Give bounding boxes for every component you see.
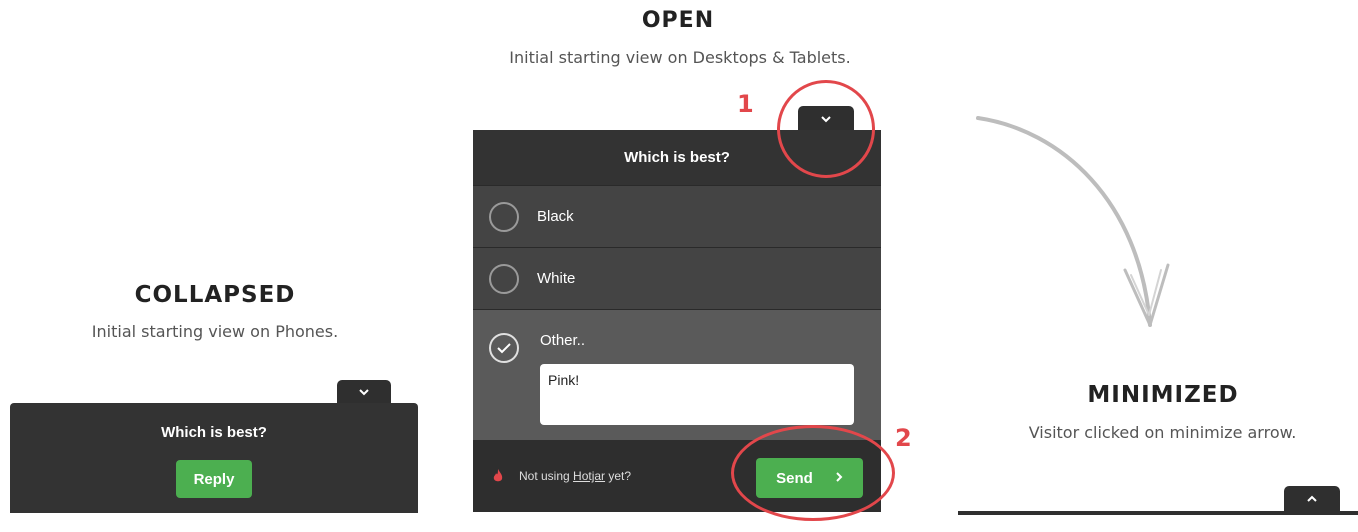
open-minimize-tab[interactable] [798,106,854,132]
radio-checked-icon[interactable] [489,333,519,363]
collapsed-widget: Which is best? Reply [10,403,418,513]
chevron-down-icon [820,115,832,123]
callout-number-2: 2 [895,424,912,452]
collapsed-expand-tab[interactable] [337,380,391,404]
radio-unchecked-icon[interactable] [489,201,519,232]
chevron-up-icon [1306,495,1318,503]
open-heading: OPEN [641,8,715,33]
open-question-bar: Which is best? [473,130,881,185]
minimized-expand-tab[interactable] [1284,486,1340,512]
send-button[interactable]: Send [756,458,863,498]
minimized-subheading: Visitor clicked on minimize arrow. [1028,423,1297,442]
collapsed-heading: COLLAPSED [134,282,296,308]
open-widget: Which is best? Black White Other.. Pink!… [473,130,881,512]
option-other[interactable]: Other.. Pink! [473,309,881,440]
callout-number-1: 1 [737,90,754,118]
transition-arrow-icon [976,116,1170,327]
radio-unchecked-icon[interactable] [489,263,519,294]
open-subheading: Initial starting view on Desktops & Tabl… [509,48,851,67]
other-text-input[interactable]: Pink! [540,364,854,425]
option-label: White [537,270,576,287]
option-label: Black [537,208,574,225]
reply-button[interactable]: Reply [176,460,252,498]
option-label: Other.. [540,332,586,349]
footer-suffix: yet? [605,469,632,483]
minimized-bar [958,511,1358,515]
minimized-heading: MINIMIZED [1087,382,1239,408]
chevron-down-icon [358,388,370,396]
option-black[interactable]: Black [473,185,881,247]
open-footer: Not using Hotjar yet? Send [473,440,881,512]
collapsed-question: Which is best? [161,424,267,441]
chevron-right-icon [835,470,843,487]
send-label: Send [776,469,813,487]
flame-icon [493,469,503,488]
option-white[interactable]: White [473,247,881,309]
other-text-value: Pink! [548,372,580,388]
footer-prefix: Not using [519,469,574,483]
hotjar-link[interactable]: Hotjar [573,469,605,483]
open-question: Which is best? [624,149,730,166]
footer-text: Not using Hotjar yet? [519,469,631,483]
collapsed-subheading: Initial starting view on Phones. [91,322,339,341]
